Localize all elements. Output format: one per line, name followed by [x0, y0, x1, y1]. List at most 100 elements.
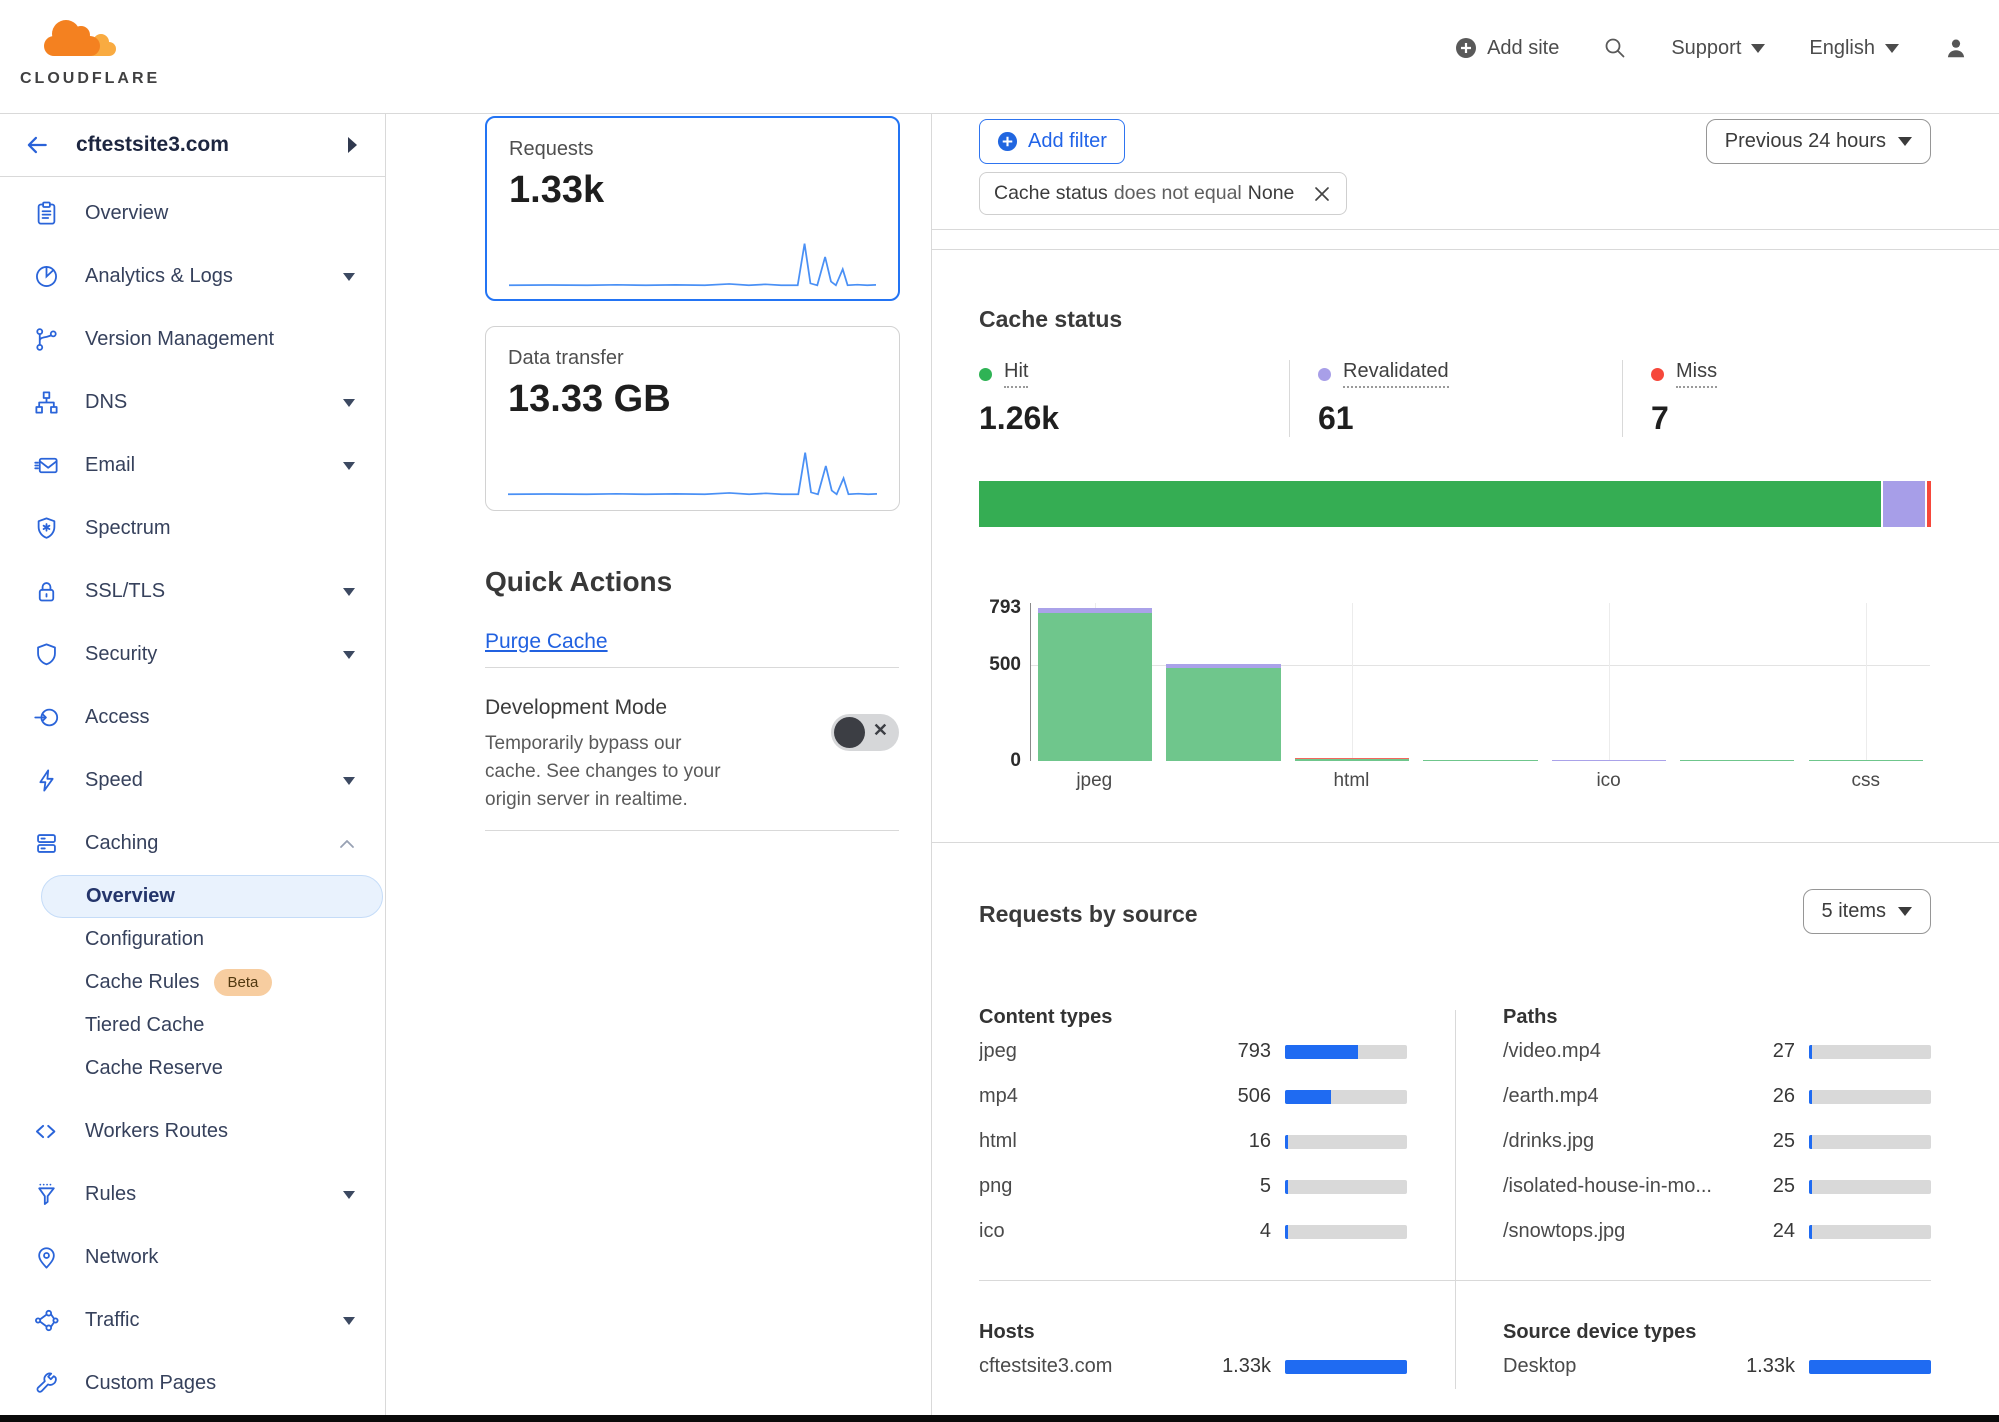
- sidebar-item-label: Custom Pages: [85, 1372, 355, 1395]
- row-label: cftestsite3.com: [979, 1355, 1209, 1378]
- top-header: CLOUDFLARE Add site Support English: [0, 0, 1999, 114]
- site-header: cftestsite3.com: [0, 114, 385, 177]
- sidebar-item-custom-pages[interactable]: Custom Pages: [0, 1352, 385, 1415]
- row-label: html: [979, 1130, 1209, 1153]
- sidebar-item-access[interactable]: Access: [0, 686, 385, 749]
- row-label: /isolated-house-in-mo...: [1503, 1175, 1733, 1198]
- cloudflare-logo[interactable]: CLOUDFLARE: [16, 8, 160, 88]
- sidebar: cftestsite3.com OverviewAnalytics & Logs…: [0, 114, 386, 1422]
- development-mode-toggle[interactable]: ✕: [831, 714, 899, 751]
- language-menu[interactable]: English: [1809, 37, 1899, 60]
- stat-revalidated: Revalidated61: [1289, 360, 1622, 437]
- source-row-snowtops-jpg: /snowtops.jpg24: [1503, 1209, 1931, 1254]
- sidebar-item-overview[interactable]: Overview: [0, 182, 385, 245]
- stat-label[interactable]: Hit: [1004, 360, 1028, 388]
- row-value: 1.33k: [1209, 1355, 1271, 1378]
- chevron-down-icon: [1898, 137, 1912, 146]
- sidebar-item-rules[interactable]: Rules: [0, 1163, 385, 1226]
- chart-slot-png: [1416, 603, 1544, 761]
- requests-metric-card[interactable]: Requests 1.33k: [485, 116, 900, 301]
- chevron-down-icon: [343, 777, 355, 785]
- row-bar: [1809, 1135, 1931, 1149]
- sidebar-subitem-caching-cache-reserve[interactable]: Cache Reserve: [0, 1047, 385, 1090]
- sidebar-item-email[interactable]: Email: [0, 434, 385, 497]
- row-bar: [1285, 1090, 1407, 1104]
- divider: [932, 842, 1999, 843]
- brand-text: CLOUDFLARE: [20, 70, 160, 88]
- bar-segment-hit: [1680, 760, 1794, 762]
- chart-bar: [1295, 758, 1409, 761]
- search-button[interactable]: [1603, 36, 1627, 60]
- sidebar-subitem-label: Overview: [86, 885, 175, 908]
- chart-bar: [1552, 760, 1666, 762]
- x-tick-label: [1416, 770, 1545, 792]
- access-icon: [33, 704, 60, 731]
- data-transfer-label: Data transfer: [508, 347, 877, 370]
- purge-cache-link[interactable]: Purge Cache: [485, 630, 608, 654]
- sidebar-subitem-label: Cache Reserve: [85, 1057, 223, 1080]
- source-row-earth-mp4: /earth.mp426: [1503, 1074, 1931, 1119]
- chart-bar: [1038, 608, 1152, 761]
- divider: [932, 229, 1999, 230]
- development-mode-description: Temporarily bypass our cache. See change…: [485, 730, 737, 814]
- row-value: 793: [1209, 1040, 1271, 1063]
- sidebar-subitem-caching-overview[interactable]: Overview: [41, 875, 383, 918]
- source-row-html: html16: [979, 1119, 1407, 1164]
- sidebar-item-label: Traffic: [85, 1309, 343, 1332]
- row-bar: [1285, 1225, 1407, 1239]
- sidebar-subitem-caching-cache-rules[interactable]: Cache RulesBeta: [0, 961, 385, 1004]
- sidebar-item-dns[interactable]: DNS: [0, 371, 385, 434]
- add-site-button[interactable]: Add site: [1455, 37, 1559, 60]
- git-branch-icon: [33, 326, 60, 353]
- sidebar-item-label: SSL/TLS: [85, 580, 343, 603]
- row-bar: [1285, 1045, 1407, 1059]
- row-label: /earth.mp4: [1503, 1085, 1733, 1108]
- analytics-panel: Add filter Cache status does not equal N…: [932, 114, 1999, 1422]
- panel-title: Source device types: [1503, 1321, 1931, 1344]
- sidebar-item-network[interactable]: Network: [0, 1226, 385, 1289]
- row-bar: [1285, 1360, 1407, 1374]
- add-filter-button[interactable]: Add filter: [979, 119, 1125, 164]
- close-icon[interactable]: [1312, 184, 1332, 204]
- spacer: [0, 1090, 385, 1100]
- data-transfer-metric-card[interactable]: Data transfer 13.33 GB: [485, 326, 900, 511]
- miss-legend-dot: [1651, 368, 1664, 381]
- stat-label[interactable]: Revalidated: [1343, 360, 1449, 388]
- sidebar-item-speed[interactable]: Speed: [0, 749, 385, 812]
- support-menu[interactable]: Support: [1671, 37, 1765, 60]
- sidebar-item-version-management[interactable]: Version Management: [0, 308, 385, 371]
- chart-bars: [1031, 603, 1930, 761]
- pin-icon: [33, 1244, 60, 1271]
- row-bar: [1809, 1180, 1931, 1194]
- row-value: 27: [1733, 1040, 1795, 1063]
- sidebar-item-caching[interactable]: Caching: [0, 812, 385, 875]
- code-icon: [33, 1118, 60, 1145]
- sidebar-item-workers-routes[interactable]: Workers Routes: [0, 1100, 385, 1163]
- sidebar-item-label: Speed: [85, 769, 343, 792]
- cloudflare-dashboard: CLOUDFLARE Add site Support English: [0, 0, 1999, 1422]
- sidebar-item-ssl-tls[interactable]: SSL/TLS: [0, 560, 385, 623]
- cache-status-title: Cache status: [979, 306, 1931, 333]
- data-transfer-sparkline: [508, 447, 877, 499]
- account-button[interactable]: [1943, 35, 1969, 61]
- sidebar-item-analytics-logs[interactable]: Analytics & Logs: [0, 245, 385, 308]
- sidebar-item-label: DNS: [85, 391, 343, 414]
- sidebar-item-spectrum[interactable]: Spectrum: [0, 497, 385, 560]
- sidebar-item-security[interactable]: Security: [0, 623, 385, 686]
- sidebar-subitem-caching-tiered-cache[interactable]: Tiered Cache: [0, 1004, 385, 1047]
- requests-label: Requests: [509, 138, 876, 161]
- row-bar: [1809, 1360, 1931, 1374]
- user-icon: [1943, 35, 1969, 61]
- time-range-dropdown[interactable]: Previous 24 hours: [1706, 119, 1931, 164]
- requests-value: 1.33k: [509, 169, 876, 212]
- items-count-dropdown[interactable]: 5 items: [1803, 889, 1931, 934]
- sidebar-subitem-caching-configuration[interactable]: Configuration: [0, 918, 385, 961]
- back-arrow-icon[interactable]: [24, 132, 50, 158]
- panel-title: Hosts: [979, 1321, 1407, 1344]
- chevron-up-icon: [339, 838, 355, 849]
- chevron-right-icon[interactable]: [348, 137, 357, 153]
- stat-label[interactable]: Miss: [1676, 360, 1717, 388]
- source-row-png: png5: [979, 1164, 1407, 1209]
- sidebar-item-traffic[interactable]: Traffic: [0, 1289, 385, 1352]
- filter-chip[interactable]: Cache status does not equal None: [979, 172, 1347, 215]
